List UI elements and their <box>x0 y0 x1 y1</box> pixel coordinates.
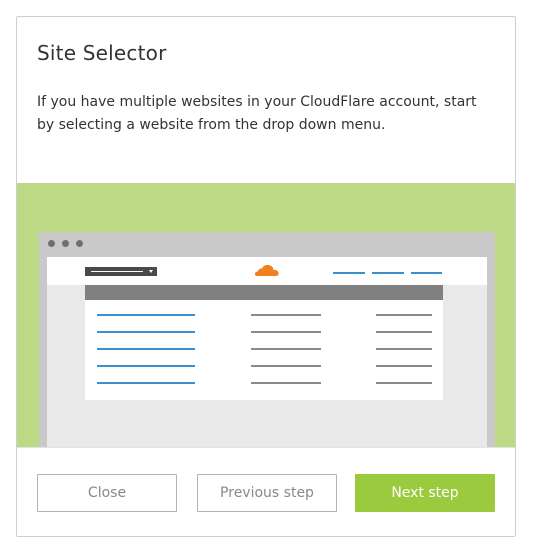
table-link-line <box>97 382 195 384</box>
dialog-footer: Close Previous step Next step <box>17 447 515 536</box>
close-button[interactable]: Close <box>37 474 177 512</box>
table-link-line <box>97 314 195 316</box>
next-step-button[interactable]: Next step <box>355 474 495 512</box>
browser-window-illustration <box>39 232 495 447</box>
table-text-line <box>251 365 321 367</box>
site-menu-bar <box>85 285 443 300</box>
table-text-line <box>251 331 321 333</box>
chevron-down-icon <box>149 270 153 273</box>
nav-link-line <box>411 272 442 274</box>
table-link-line <box>97 331 195 333</box>
table-text-line <box>251 348 321 350</box>
dialog-title: Site Selector <box>37 41 167 65</box>
table-text-line <box>376 331 432 333</box>
dropdown-text-line <box>91 271 143 272</box>
table-text-line <box>251 382 321 384</box>
previous-step-button[interactable]: Previous step <box>197 474 337 512</box>
window-dot-icon <box>62 240 69 247</box>
site-selector-illustration <box>17 183 515 447</box>
site-header-bar <box>47 257 487 285</box>
table-link-line <box>97 348 195 350</box>
window-dot-icon <box>48 240 55 247</box>
dialog-description: If you have multiple websites in your Cl… <box>37 94 477 133</box>
table-link-line <box>97 365 195 367</box>
table-text-line <box>376 382 432 384</box>
cloudflare-cloud-icon <box>255 264 279 276</box>
nav-link-line <box>372 272 404 274</box>
nav-link-line <box>333 272 365 274</box>
table-text-line <box>376 314 432 316</box>
table-text-line <box>376 365 432 367</box>
site-table-illustration <box>85 300 443 400</box>
window-dot-icon <box>76 240 83 247</box>
site-selector-dialog: Site Selector If you have multiple websi… <box>16 16 516 537</box>
table-text-line <box>251 314 321 316</box>
browser-viewport <box>47 257 487 447</box>
table-text-line <box>376 348 432 350</box>
site-dropdown-illustration <box>85 267 157 276</box>
